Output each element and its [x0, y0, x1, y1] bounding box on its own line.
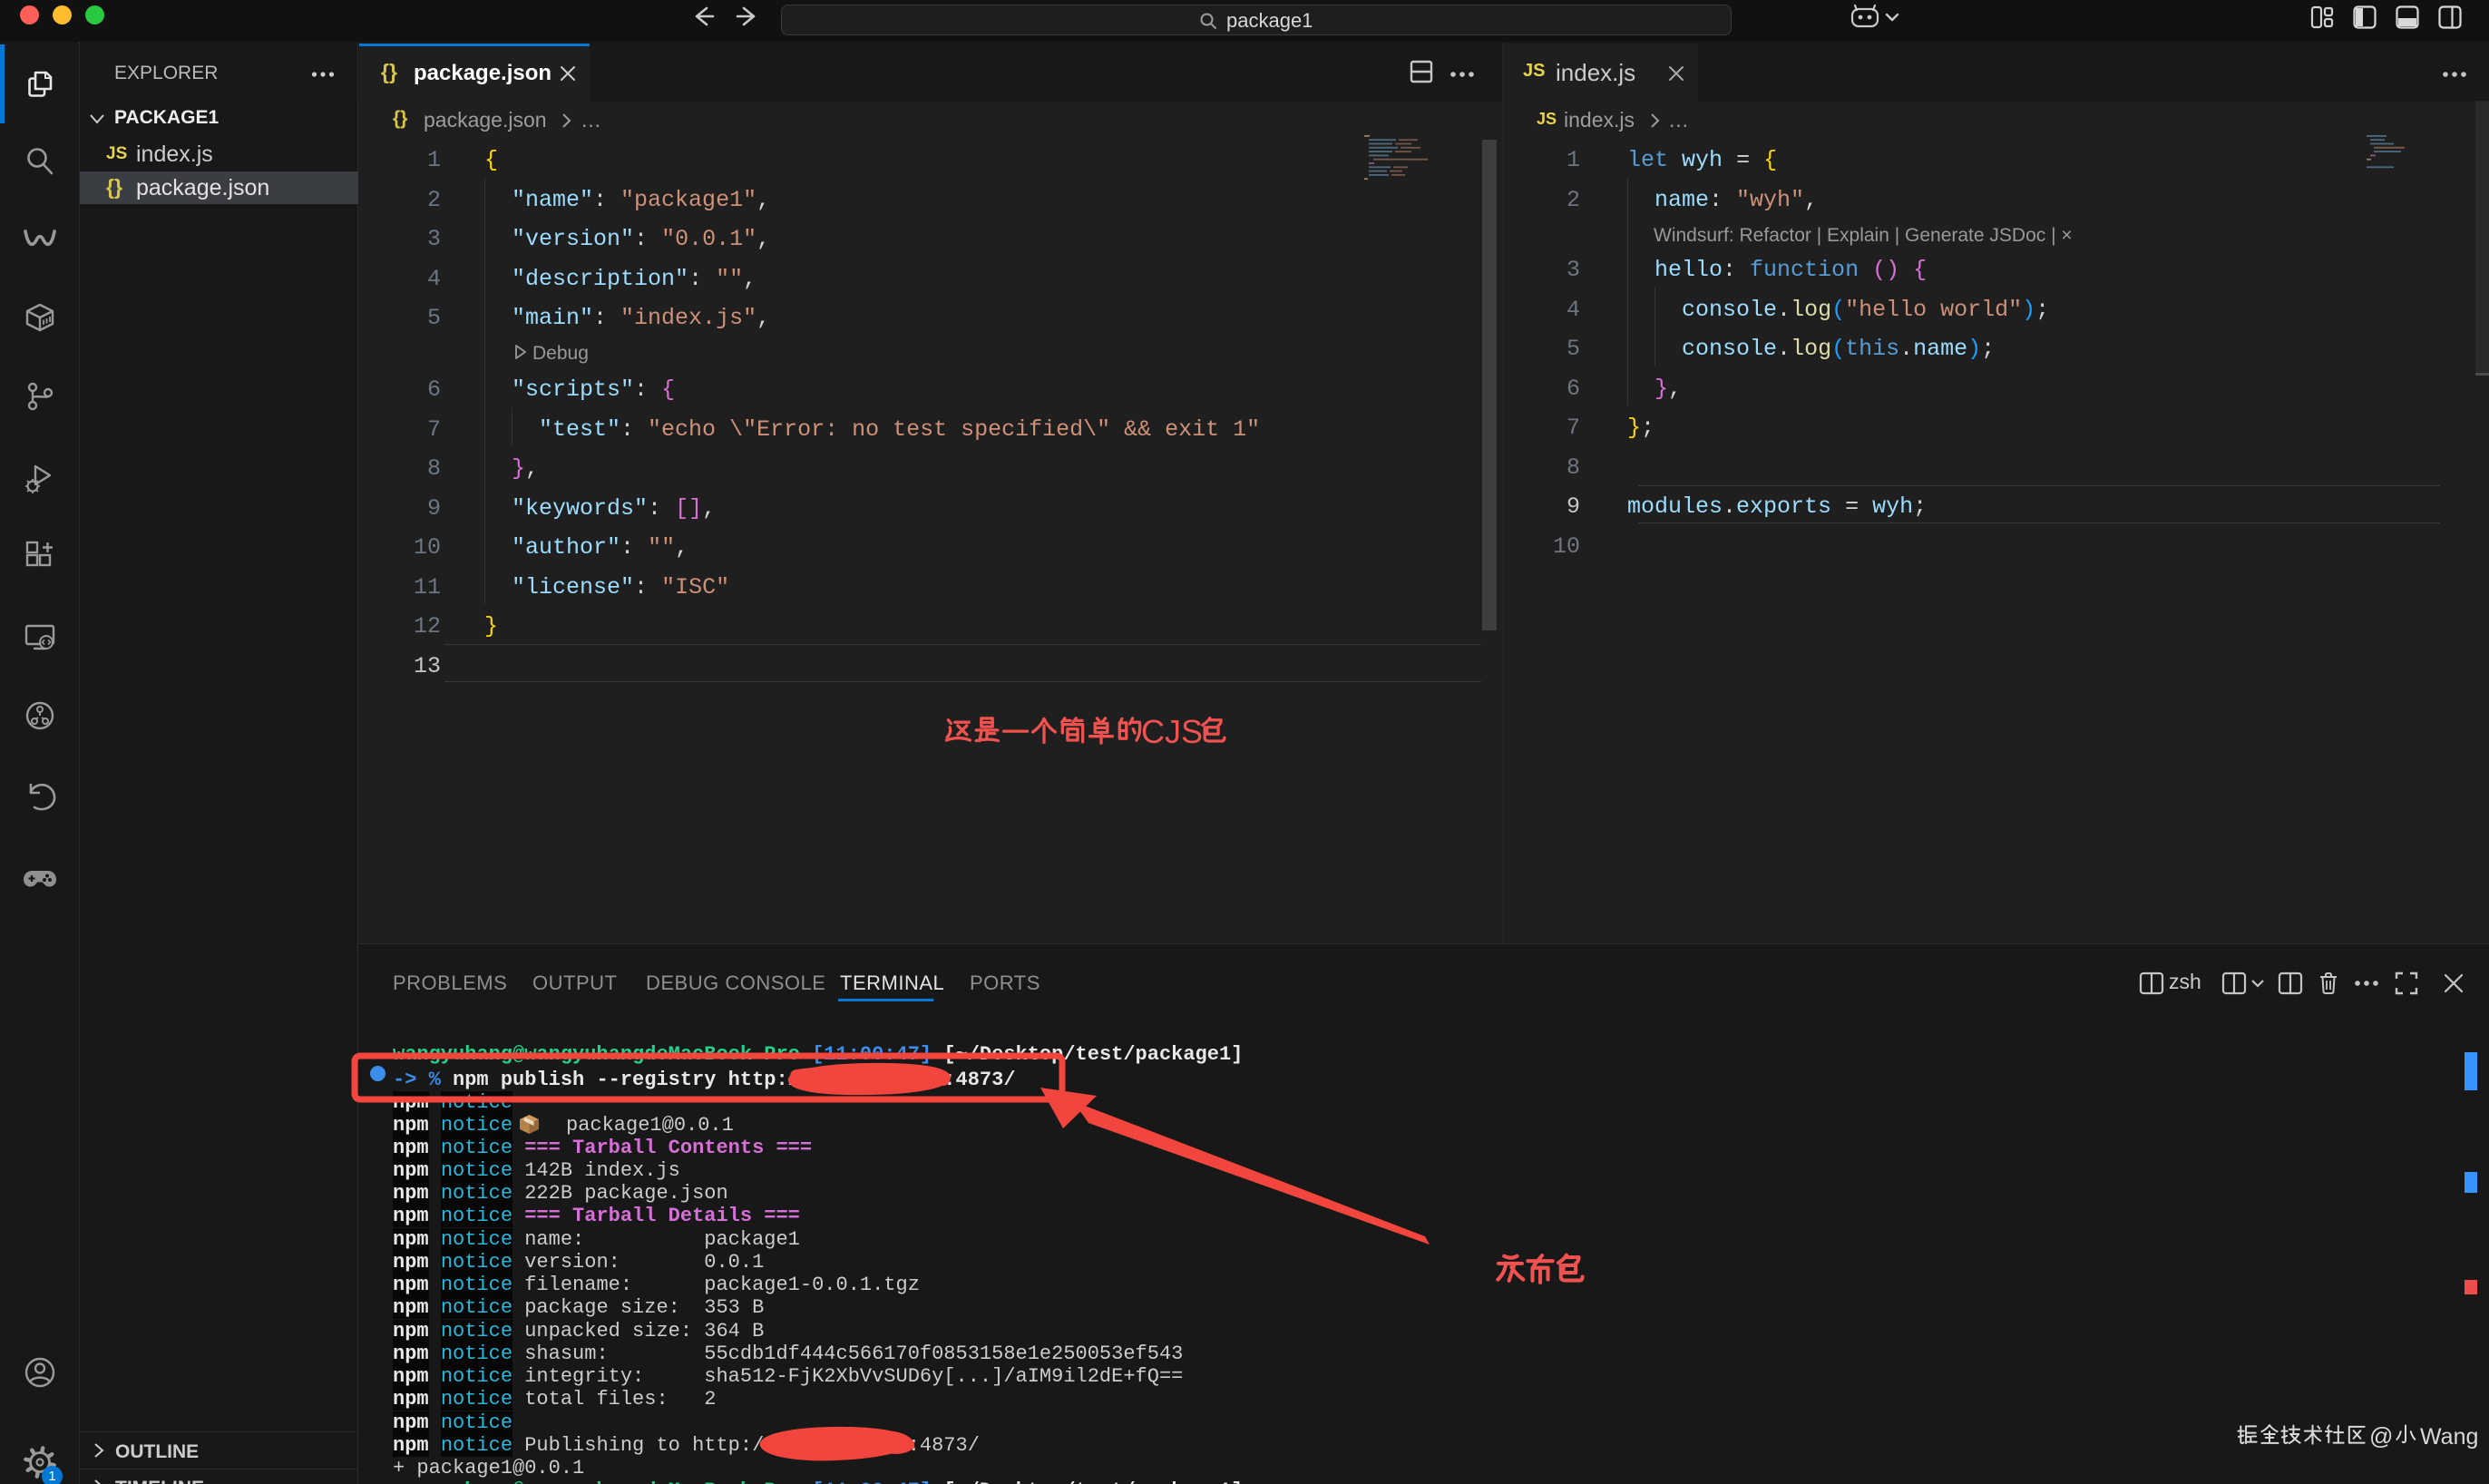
svg-text:@: @: [2369, 1422, 2393, 1450]
svg-text:Wang: Wang: [2420, 1424, 2478, 1450]
svg-text:CJS: CJS: [1141, 713, 1203, 750]
